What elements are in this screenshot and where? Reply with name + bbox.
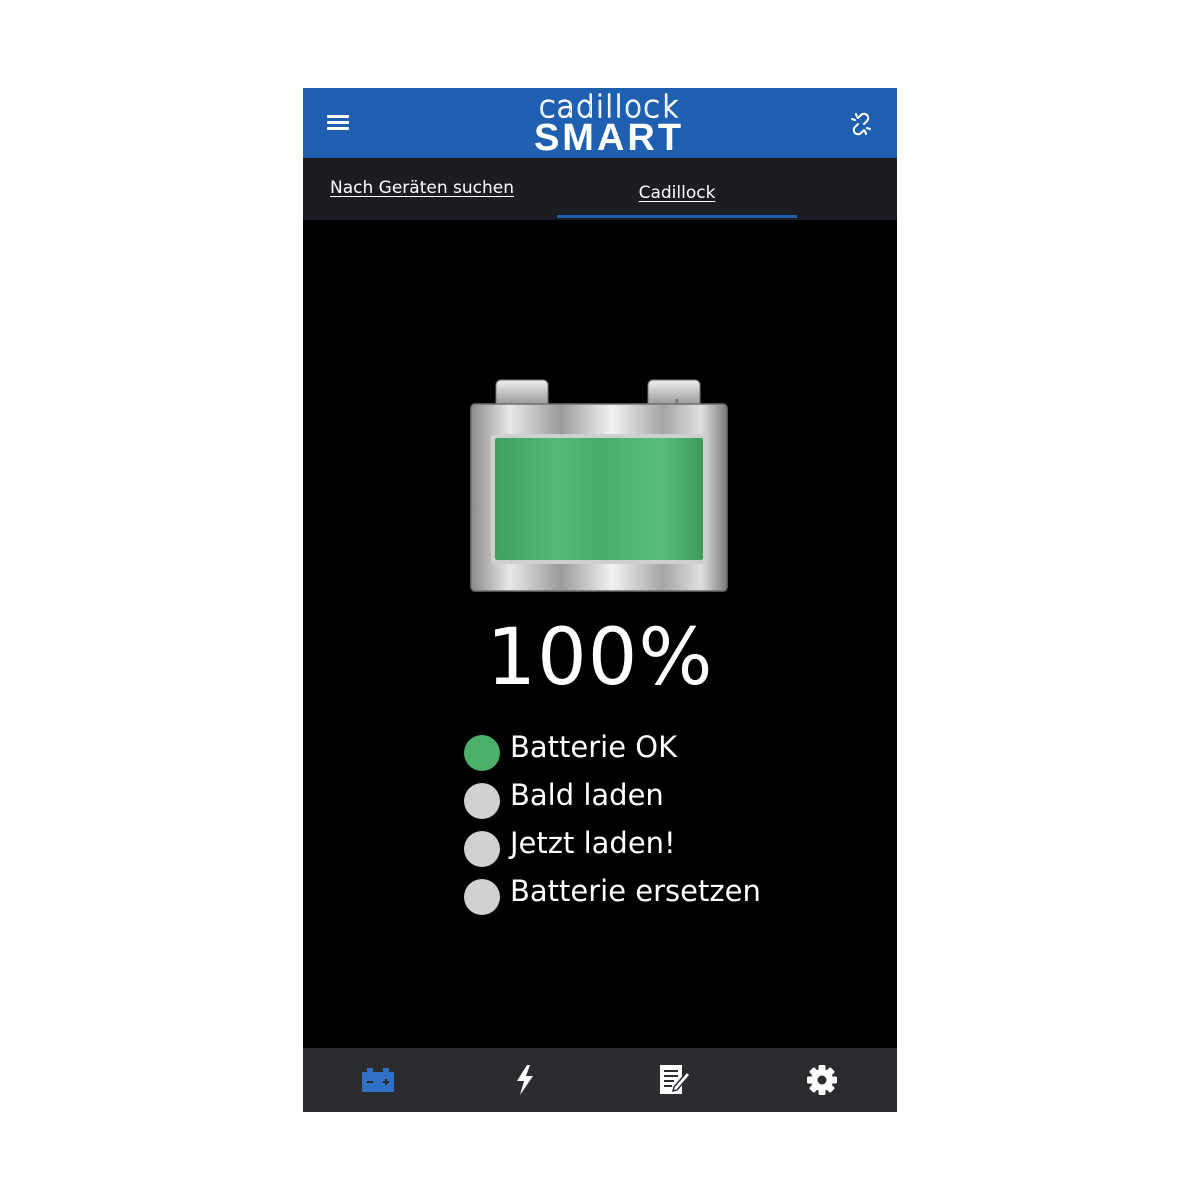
- app-screen: cadillock SMART Nach Geräten suchen Cadi…: [303, 88, 897, 1112]
- status-indicator-dot: [464, 879, 500, 915]
- status-indicator-dot: [464, 735, 500, 771]
- status-item-charge-now: Jetzt laden!: [464, 824, 824, 872]
- gear-icon[interactable]: [802, 1062, 842, 1098]
- status-item-charge-soon: Bald laden: [464, 776, 824, 824]
- app-header: cadillock SMART: [303, 88, 897, 158]
- battery-icon[interactable]: [358, 1062, 398, 1098]
- status-indicator-dot: [464, 783, 500, 819]
- status-indicator-dot: [464, 831, 500, 867]
- tab-bar: Nach Geräten suchen Cadillock: [303, 158, 897, 220]
- app-logo: cadillock SMART: [479, 92, 739, 159]
- status-label: Bald laden: [510, 778, 664, 812]
- bottom-navigation: [303, 1048, 897, 1112]
- broken-link-icon[interactable]: [847, 110, 875, 138]
- status-item-replace: Batterie ersetzen: [464, 872, 824, 920]
- active-tab-indicator: [557, 215, 797, 218]
- battery-charge-fill: [495, 438, 703, 560]
- logo-bottom-text: SMART: [533, 117, 685, 159]
- tab-search-devices[interactable]: Nach Geräten suchen: [330, 158, 530, 220]
- lightning-icon[interactable]: [505, 1062, 545, 1098]
- status-item-ok: Batterie OK: [464, 728, 824, 776]
- battery-graphic: − +: [469, 378, 729, 593]
- battery-status-list: Batterie OK Bald laden Jetzt laden! Batt…: [464, 728, 824, 920]
- hamburger-menu-icon[interactable]: [325, 112, 351, 134]
- notes-edit-icon[interactable]: [654, 1062, 694, 1098]
- tab-cadillock[interactable]: Cadillock: [557, 158, 797, 220]
- status-label: Batterie OK: [510, 730, 678, 764]
- status-label: Batterie ersetzen: [510, 874, 761, 908]
- status-label: Jetzt laden!: [510, 826, 676, 860]
- charge-percent: 100%: [486, 613, 714, 703]
